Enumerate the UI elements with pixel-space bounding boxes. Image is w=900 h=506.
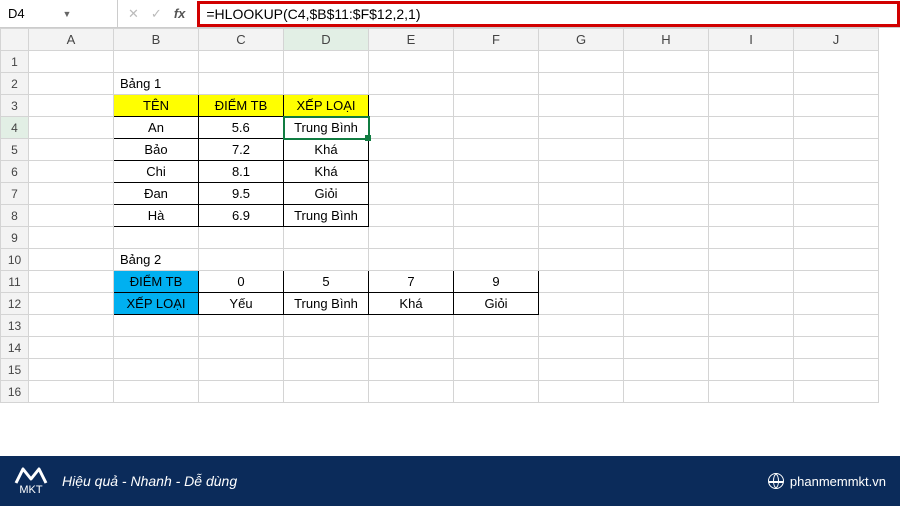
cell-B8[interactable]: Hà [114,205,199,227]
brand-text: MKT [19,485,42,496]
row-1[interactable]: 1 [1,51,29,73]
bang2-title[interactable]: Bảng 2 [114,249,199,271]
col-D[interactable]: D [284,29,369,51]
bang1-hdr-ten[interactable]: TÊN [114,95,199,117]
select-all[interactable] [1,29,29,51]
formula-input[interactable]: =HLOOKUP(C4,$B$11:$F$12,2,1) [197,1,900,27]
col-G[interactable]: G [539,29,624,51]
col-I[interactable]: I [709,29,794,51]
cell-E11[interactable]: 7 [369,271,454,293]
cell-C4[interactable]: 5.6 [199,117,284,139]
row-7[interactable]: 7 [1,183,29,205]
col-C[interactable]: C [199,29,284,51]
grid[interactable]: A B C D E F G H I J 1 2 Bảng 1 3 TÊN ĐIỂM… [0,28,879,403]
row-4[interactable]: 4 [1,117,29,139]
cell-F11[interactable]: 9 [454,271,539,293]
column-headers: A B C D E F G H I J [1,29,879,51]
row-3[interactable]: 3 [1,95,29,117]
formula-text: =HLOOKUP(C4,$B$11:$F$12,2,1) [206,6,420,22]
globe-icon [768,473,784,489]
row-10[interactable]: 10 [1,249,29,271]
cell-C8[interactable]: 6.9 [199,205,284,227]
footer: MKT Hiệu quả - Nhanh - Dễ dùng phanmemmk… [0,456,900,506]
col-F[interactable]: F [454,29,539,51]
bang1-hdr-xeploai[interactable]: XẾP LOẠI [284,95,369,117]
cell-D12[interactable]: Trung Bình [284,293,369,315]
col-E[interactable]: E [369,29,454,51]
formula-bar: D4 ▼ ✕ ✓ fx =HLOOKUP(C4,$B$11:$F$12,2,1) [0,0,900,28]
cell-D7[interactable]: Giỏi [284,183,369,205]
name-box[interactable]: D4 ▼ [0,0,118,27]
cell-C11[interactable]: 0 [199,271,284,293]
row-15[interactable]: 15 [1,359,29,381]
cell-D8[interactable]: Trung Bình [284,205,369,227]
formula-bar-buttons: ✕ ✓ fx [118,6,195,22]
row-13[interactable]: 13 [1,315,29,337]
row-6[interactable]: 6 [1,161,29,183]
row-12[interactable]: 12 [1,293,29,315]
bang2-hdr-xeploai[interactable]: XẾP LOẠI [114,293,199,315]
col-H[interactable]: H [624,29,709,51]
cell-C5[interactable]: 7.2 [199,139,284,161]
logo-icon [14,467,48,485]
cell-E12[interactable]: Khá [369,293,454,315]
footer-left: MKT Hiệu quả - Nhanh - Dễ dùng [14,467,237,496]
cell-B4[interactable]: An [114,117,199,139]
site-url: phanmemmkt.vn [790,474,886,489]
row-2[interactable]: 2 [1,73,29,95]
row-8[interactable]: 8 [1,205,29,227]
confirm-icon[interactable]: ✓ [151,6,162,22]
cell-F12[interactable]: Giỏi [454,293,539,315]
row-9[interactable]: 9 [1,227,29,249]
cell-B7[interactable]: Đan [114,183,199,205]
col-A[interactable]: A [29,29,114,51]
row-5[interactable]: 5 [1,139,29,161]
cell-D11[interactable]: 5 [284,271,369,293]
fx-icon[interactable]: fx [174,6,186,21]
cell-D5[interactable]: Khá [284,139,369,161]
cancel-icon[interactable]: ✕ [128,6,139,22]
row-14[interactable]: 14 [1,337,29,359]
cell-C7[interactable]: 9.5 [199,183,284,205]
bang2-hdr-diem[interactable]: ĐIỂM TB [114,271,199,293]
spreadsheet[interactable]: A B C D E F G H I J 1 2 Bảng 1 3 TÊN ĐIỂM… [0,28,900,403]
cell-C12[interactable]: Yếu [199,293,284,315]
footer-right: phanmemmkt.vn [768,473,886,489]
row-11[interactable]: 11 [1,271,29,293]
cell-C6[interactable]: 8.1 [199,161,284,183]
cell-B5[interactable]: Bảo [114,139,199,161]
cell-B6[interactable]: Chi [114,161,199,183]
chevron-down-icon[interactable]: ▼ [57,9,118,19]
col-B[interactable]: B [114,29,199,51]
bang1-title[interactable]: Bảng 1 [114,73,199,95]
cell-D6[interactable]: Khá [284,161,369,183]
col-J[interactable]: J [794,29,879,51]
cell-D4[interactable]: Trung Bình [284,117,369,139]
row-16[interactable]: 16 [1,381,29,403]
tagline: Hiệu quả - Nhanh - Dễ dùng [62,473,237,489]
name-box-value: D4 [8,6,57,21]
brand-logo: MKT [14,467,48,496]
bang1-hdr-diem[interactable]: ĐIỂM TB [199,95,284,117]
